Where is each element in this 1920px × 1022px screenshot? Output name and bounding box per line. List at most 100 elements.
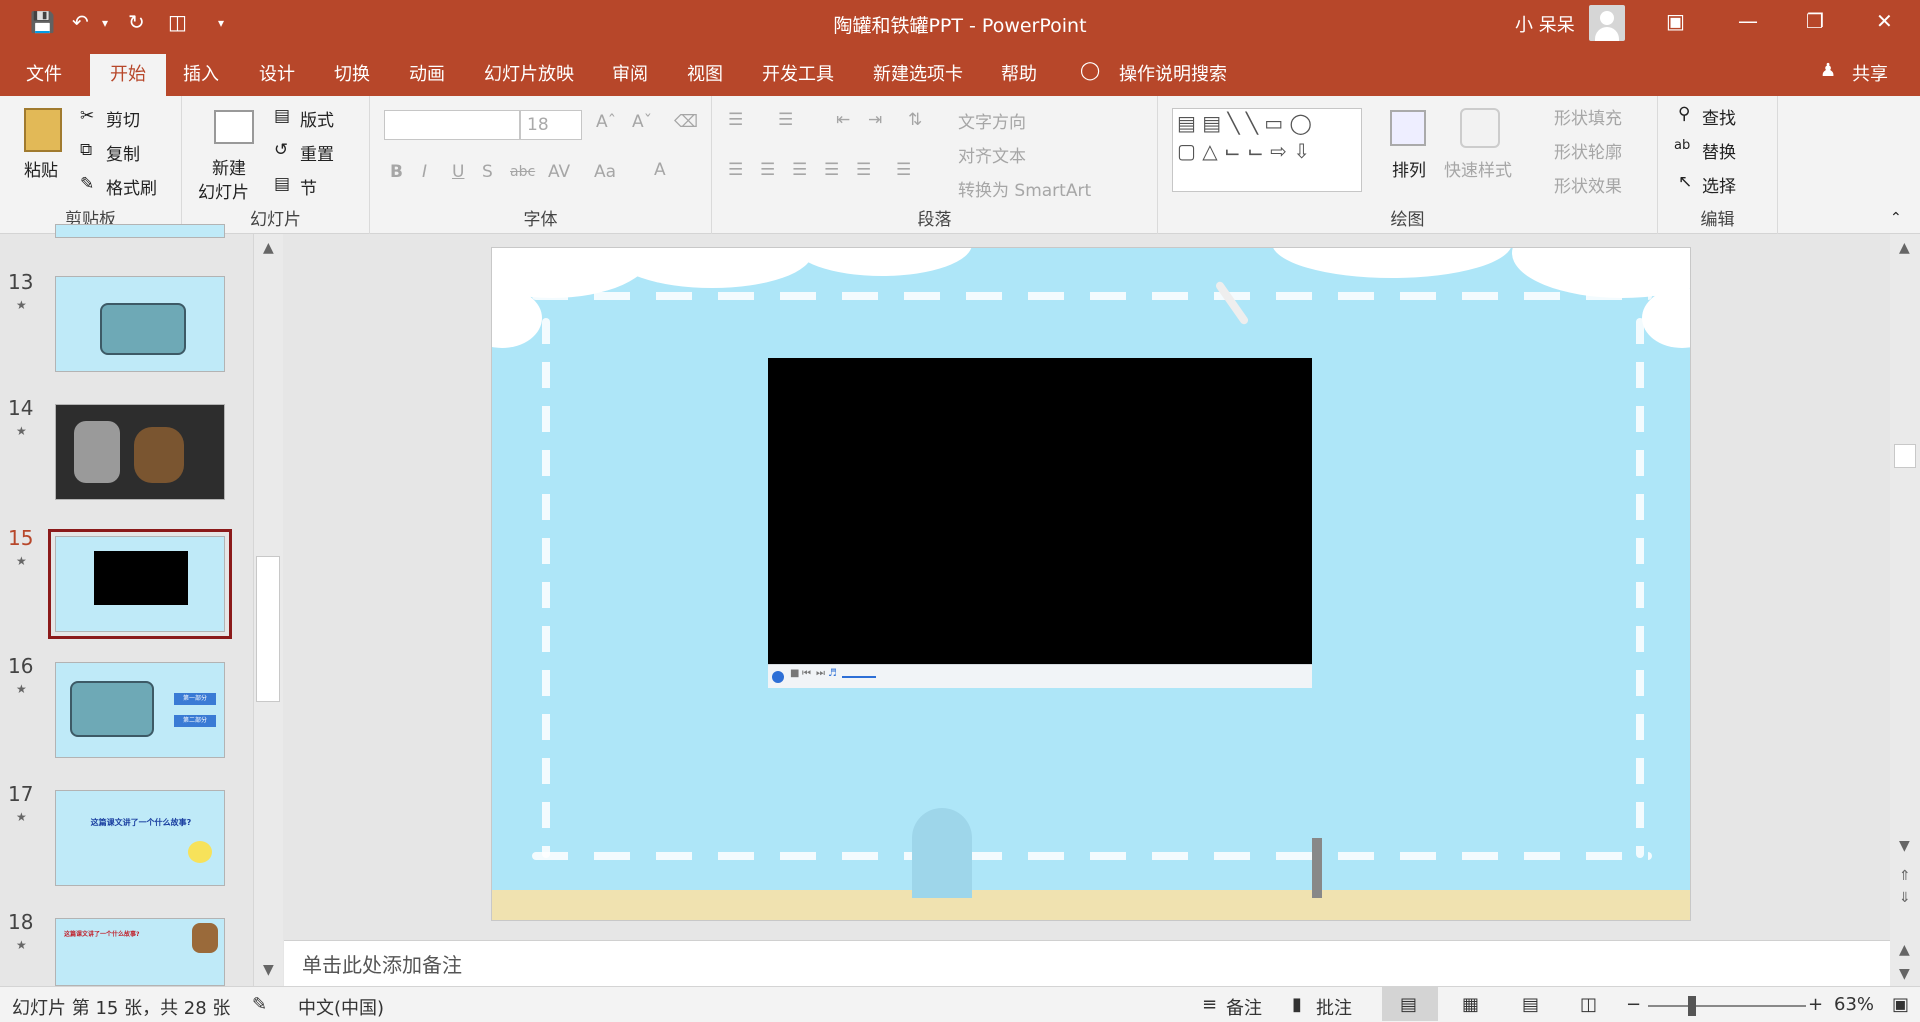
collapse-ribbon-icon[interactable]: ⌃ <box>1890 210 1902 226</box>
language-indicator[interactable]: 中文(中国) <box>298 994 384 1020</box>
tab-design[interactable]: 设计 <box>259 60 295 86</box>
tab-developer[interactable]: 开发工具 <box>762 60 834 86</box>
decrease-indent-icon[interactable]: ⇤ <box>836 110 850 130</box>
volume-icon[interactable]: ♬ <box>828 668 837 679</box>
video-player[interactable] <box>768 358 1312 664</box>
tab-animations[interactable]: 动画 <box>409 60 445 86</box>
video-controls[interactable]: ■ ⏮ ⏭ ♬ <box>768 664 1312 688</box>
grow-font-icon[interactable]: Aˆ <box>596 112 616 132</box>
align-center-icon[interactable]: ☰ <box>760 160 775 180</box>
align-left-icon[interactable]: ☰ <box>728 160 743 180</box>
numbering-icon[interactable]: ☰ <box>778 110 793 130</box>
notes-scrollbar[interactable]: ▲ ▼ <box>1890 940 1920 986</box>
quick-styles-button[interactable]: 快速样式 <box>1444 156 1512 181</box>
arrange-icon[interactable] <box>1390 110 1426 146</box>
shape-fill-button[interactable]: 形状填充 <box>1554 104 1622 129</box>
tab-file[interactable]: 文件 <box>26 60 62 86</box>
scroll-up-icon[interactable]: ▲ <box>1899 240 1910 256</box>
tab-transitions[interactable]: 切换 <box>334 60 370 86</box>
stop-icon[interactable]: ■ <box>790 668 799 679</box>
reading-view-icon[interactable]: ▤ <box>1522 994 1539 1015</box>
slide-thumbnails-pane[interactable]: 13 ★ 14 ★ 15 ★ 16 ★ 第一部分 第二部分 17 ★ 这篇课文讲… <box>0 224 284 986</box>
minimize-icon[interactable]: — <box>1738 9 1758 33</box>
shrink-font-icon[interactable]: Aˇ <box>632 112 652 132</box>
cut-button[interactable]: 剪切 <box>106 106 140 131</box>
reset-button[interactable]: 重置 <box>300 140 334 165</box>
play-icon[interactable] <box>772 671 784 683</box>
current-slide[interactable]: ■ ⏮ ⏭ ♬ <box>491 247 1691 921</box>
layout-button[interactable]: 版式 <box>300 106 334 131</box>
slide-sorter-icon[interactable]: ▦ <box>1462 994 1479 1015</box>
next-slide-icon[interactable]: ⇓ <box>1899 890 1911 906</box>
user-name[interactable]: 小 呆呆 <box>1515 11 1575 37</box>
font-name-combo[interactable] <box>384 110 520 140</box>
next-icon[interactable]: ⏭ <box>816 668 825 679</box>
slideshow-icon[interactable]: ◫ <box>1580 994 1597 1015</box>
paste-icon[interactable] <box>24 108 62 152</box>
character-spacing-icon[interactable]: AV <box>548 162 570 182</box>
slide-thumbnail-12[interactable] <box>55 224 225 238</box>
justify-icon[interactable]: ☰ <box>824 160 839 180</box>
shapes-gallery[interactable]: ▤ ▤ ╲ ╲ ▭ ◯ ▢ △ ⌙ ⌙ ⇨ ⇩ <box>1172 108 1362 192</box>
zoom-out-icon[interactable]: − <box>1626 994 1641 1015</box>
section-button[interactable]: 节 <box>300 174 317 199</box>
notes-pane[interactable]: 单击此处添加备注 <box>284 940 1890 986</box>
slide-scrollbar[interactable]: ▲ ▼ ⇑ ⇓ <box>1890 234 1920 940</box>
bold-icon[interactable]: B <box>390 162 403 182</box>
change-case-icon[interactable]: Aa <box>594 162 616 182</box>
slide-thumbnail-16[interactable]: 第一部分 第二部分 <box>55 662 225 758</box>
font-size-combo[interactable]: 18 <box>520 110 582 140</box>
new-slide-icon[interactable] <box>214 110 254 144</box>
scroll-down-icon[interactable]: ▼ <box>1899 838 1910 854</box>
slide-thumbnail-18[interactable]: 这篇课文讲了一个什么故事? <box>55 918 225 986</box>
scroll-thumb[interactable] <box>256 556 280 702</box>
format-painter-button[interactable]: 格式刷 <box>106 174 157 199</box>
smartart-button[interactable]: 转换为 SmartArt <box>958 176 1091 201</box>
tell-me-search[interactable]: 操作说明搜索 <box>1119 60 1227 86</box>
comments-button[interactable]: 批注 <box>1316 994 1352 1020</box>
slide-thumbnail-17[interactable]: 这篇课文讲了一个什么故事? <box>55 790 225 886</box>
find-button[interactable]: 查找 <box>1702 104 1736 129</box>
tab-slideshow[interactable]: 幻灯片放映 <box>484 60 574 86</box>
shape-outline-button[interactable]: 形状轮廓 <box>1554 138 1622 163</box>
underline-icon[interactable]: U <box>452 162 464 182</box>
increase-indent-icon[interactable]: ⇥ <box>868 110 882 130</box>
new-slide-label[interactable]: 新建 <box>212 154 246 179</box>
zoom-in-icon[interactable]: + <box>1808 994 1823 1015</box>
columns-icon[interactable]: ☰ <box>896 160 911 180</box>
tab-view[interactable]: 视图 <box>687 60 723 86</box>
tab-home[interactable]: 开始 <box>90 54 166 96</box>
scroll-up-icon[interactable]: ▲ <box>1899 942 1910 958</box>
tab-help[interactable]: 帮助 <box>1001 60 1037 86</box>
align-right-icon[interactable]: ☰ <box>792 160 807 180</box>
previous-icon[interactable]: ⏮ <box>802 668 811 679</box>
restore-icon[interactable]: ❐ <box>1806 9 1824 33</box>
slide-thumbnail-15[interactable] <box>48 529 232 639</box>
select-button[interactable]: 选择 <box>1702 172 1736 197</box>
paste-button[interactable]: 粘贴 <box>24 156 58 181</box>
arrange-button[interactable]: 排列 <box>1392 156 1426 181</box>
new-slide-button[interactable]: 幻灯片 <box>198 178 249 203</box>
ribbon-display-options-icon[interactable]: ▣ <box>1666 9 1685 33</box>
distributed-icon[interactable]: ☰ <box>856 160 871 180</box>
fit-to-window-icon[interactable]: ▣ <box>1892 994 1909 1015</box>
tab-insert[interactable]: 插入 <box>183 60 219 86</box>
close-icon[interactable]: ✕ <box>1876 9 1893 33</box>
quick-styles-icon[interactable] <box>1460 108 1500 148</box>
shape-effects-button[interactable]: 形状效果 <box>1554 172 1622 197</box>
bullets-icon[interactable]: ☰ <box>728 110 743 130</box>
scroll-thumb[interactable] <box>1894 444 1916 468</box>
thumbnails-scrollbar[interactable]: ▲ ▼ <box>253 234 283 986</box>
align-text-button[interactable]: 对齐文本 <box>958 142 1026 167</box>
text-direction-button[interactable]: 文字方向 <box>958 108 1026 133</box>
clear-formatting-icon[interactable]: ⌫ <box>674 112 698 132</box>
zoom-slider-thumb[interactable] <box>1688 996 1696 1016</box>
font-color-icon[interactable]: A <box>654 160 666 180</box>
zoom-level[interactable]: 63% <box>1834 994 1874 1015</box>
share-button[interactable]: 共享 <box>1852 60 1888 86</box>
volume-slider[interactable] <box>842 676 876 678</box>
italic-icon[interactable]: I <box>422 162 427 182</box>
slide-thumbnail-13[interactable] <box>55 276 225 372</box>
scroll-down-icon[interactable]: ▼ <box>263 962 274 978</box>
scroll-down-icon[interactable]: ▼ <box>1899 966 1910 982</box>
